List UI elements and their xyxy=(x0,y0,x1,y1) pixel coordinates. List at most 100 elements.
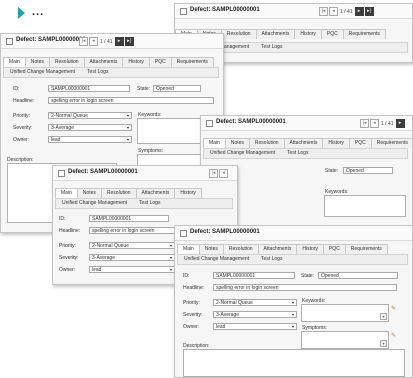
tab-bar: Main Notes Resolution Attachments Histor… xyxy=(177,244,388,254)
edit-pencil-icon[interactable]: ✎ xyxy=(391,306,397,312)
id-field[interactable]: SAMPL00000001 xyxy=(89,215,169,222)
defect-window-e: Defect: SAMPL00000001 Main Notes Resolut… xyxy=(174,225,413,378)
subtab-ucm[interactable]: Unified Change Management xyxy=(56,199,133,208)
subtab-test-logs[interactable]: Test Logs xyxy=(255,255,288,264)
tab-history[interactable]: History xyxy=(294,29,322,39)
subtab-bar: Unified Change Management Test Logs xyxy=(55,198,233,209)
id-label: ID: xyxy=(183,273,190,279)
priority-value: 2-Normal Queue xyxy=(216,300,253,306)
tab-history[interactable]: History xyxy=(296,244,324,254)
record-navigator: |◂ ◂ 1 / 41 ▸ xyxy=(360,119,405,128)
first-record-button[interactable]: |◂ xyxy=(79,37,88,46)
chevron-down-icon[interactable]: ▾ xyxy=(125,125,131,130)
first-record-button[interactable]: |◂ xyxy=(209,169,218,178)
tab-main[interactable]: Main xyxy=(55,188,78,198)
last-record-button[interactable]: ▸| xyxy=(124,37,134,46)
tab-bar: Main Notes Resolution Attachments Histor… xyxy=(203,138,412,148)
tab-pqc[interactable]: PQC xyxy=(322,244,346,254)
subtab-test-logs[interactable]: Test Logs xyxy=(255,43,288,52)
state-label: State: xyxy=(301,273,315,279)
tab-resolution[interactable]: Resolution xyxy=(48,57,85,67)
tab-attachments[interactable]: Attachments xyxy=(283,138,324,148)
tab-requirements[interactable]: Requirements xyxy=(342,29,386,39)
subtab-test-logs[interactable]: Test Logs xyxy=(133,199,166,208)
owner-label: Owner: xyxy=(59,267,76,273)
first-record-button[interactable]: |◂ xyxy=(319,7,328,16)
tab-pqc[interactable]: PQC xyxy=(148,57,172,67)
state-field[interactable]: Opened xyxy=(153,85,201,92)
tab-requirements[interactable]: Requirements xyxy=(344,244,388,254)
tab-attachments[interactable]: Attachments xyxy=(257,244,298,254)
severity-select[interactable]: 3-Average ▾ xyxy=(213,311,297,318)
prev-record-button[interactable]: ◂ xyxy=(329,7,338,16)
owner-select[interactable]: lead ▾ xyxy=(213,323,297,330)
subtab-ucm[interactable]: Unified Change Management xyxy=(4,68,81,77)
window-title: Defect: SAMPL00000001 xyxy=(190,229,260,235)
tab-main[interactable]: Main xyxy=(203,138,226,148)
next-record-button[interactable]: ▸ xyxy=(354,7,364,16)
tab-requirements[interactable]: Requirements xyxy=(370,138,412,148)
tab-notes[interactable]: Notes xyxy=(24,57,50,67)
id-field[interactable]: SAMPL00000001 xyxy=(48,85,130,92)
priority-label: Priority: xyxy=(183,300,200,306)
prev-record-button[interactable]: ◂ xyxy=(219,169,228,178)
chevron-down-icon[interactable]: ▾ xyxy=(125,113,131,118)
headline-label: Headline: xyxy=(13,98,35,104)
tab-resolution[interactable]: Resolution xyxy=(248,138,285,148)
state-field[interactable]: Opened xyxy=(318,272,398,279)
tab-history[interactable]: History xyxy=(122,57,150,67)
owner-select[interactable]: lead ▾ xyxy=(89,266,175,273)
priority-select[interactable]: 2-Normal Queue ▾ xyxy=(213,299,297,306)
tab-notes[interactable]: Notes xyxy=(76,188,102,198)
description-area[interactable] xyxy=(183,349,405,377)
keywords-area[interactable] xyxy=(324,195,406,217)
tab-pqc[interactable]: PQC xyxy=(320,29,344,39)
chevron-down-icon[interactable]: ▾ xyxy=(290,312,296,317)
owner-select[interactable]: lead ▾ xyxy=(48,136,132,143)
keywords-scroll-button[interactable]: ▾ xyxy=(380,313,387,320)
tab-attachments[interactable]: Attachments xyxy=(83,57,124,67)
state-label: State: xyxy=(325,168,339,174)
subtab-test-logs[interactable]: Test Logs xyxy=(281,149,314,158)
tab-notes[interactable]: Notes xyxy=(198,244,224,254)
tab-resolution[interactable]: Resolution xyxy=(100,188,137,198)
priority-select[interactable]: 2-Normal Queue ▾ xyxy=(89,242,175,249)
edit-pencil-icon[interactable]: ✎ xyxy=(391,333,397,339)
severity-select[interactable]: 3-Average ▾ xyxy=(89,254,175,261)
next-record-button[interactable]: ▸ xyxy=(114,37,124,46)
severity-label: Severity: xyxy=(59,255,79,261)
chevron-down-icon[interactable]: ▾ xyxy=(125,137,131,142)
prev-record-button[interactable]: ◂ xyxy=(370,119,379,128)
tab-history[interactable]: History xyxy=(322,138,350,148)
tab-resolution[interactable]: Resolution xyxy=(220,29,257,39)
tab-pqc[interactable]: PQC xyxy=(348,138,372,148)
tab-main[interactable]: Main xyxy=(177,244,200,254)
tab-notes[interactable]: Notes xyxy=(224,138,250,148)
tab-resolution[interactable]: Resolution xyxy=(222,244,259,254)
state-field[interactable]: Opened xyxy=(343,167,393,174)
tab-requirements[interactable]: Requirements xyxy=(170,57,214,67)
subtab-test-logs[interactable]: Test Logs xyxy=(81,68,114,77)
tab-attachments[interactable]: Attachments xyxy=(135,188,176,198)
tab-main[interactable]: Main xyxy=(3,57,26,67)
tab-attachments[interactable]: Attachments xyxy=(255,29,296,39)
priority-select[interactable]: 2-Normal Queue ▾ xyxy=(48,112,132,119)
first-record-button[interactable]: |◂ xyxy=(360,119,369,128)
page-counter: 1 / 41 xyxy=(340,8,353,15)
symptoms-scroll-button[interactable]: ▾ xyxy=(380,340,387,347)
next-record-button[interactable]: ▸ xyxy=(395,119,405,128)
headline-field[interactable]: spelling error in login screen xyxy=(48,97,214,104)
headline-field[interactable]: spelling error in login screen xyxy=(213,284,397,291)
severity-select[interactable]: 3-Average ▾ xyxy=(48,124,132,131)
subtab-bar: Unified Change Management Test Logs xyxy=(3,67,219,78)
subtab-ucm[interactable]: Unified Change Management xyxy=(204,149,281,158)
keywords-area[interactable]: ▾ xyxy=(301,304,389,322)
chevron-down-icon[interactable]: ▾ xyxy=(290,300,296,305)
subtab-ucm[interactable]: Unified Change Management xyxy=(178,255,255,264)
prev-record-button[interactable]: ◂ xyxy=(89,37,98,46)
chevron-down-icon[interactable]: ▾ xyxy=(290,324,296,329)
last-record-button[interactable]: ▸| xyxy=(364,7,374,16)
tab-history[interactable]: History xyxy=(174,188,202,198)
id-field[interactable]: SAMPL00000001 xyxy=(213,272,295,279)
symptoms-area[interactable]: ▾ xyxy=(301,331,389,349)
